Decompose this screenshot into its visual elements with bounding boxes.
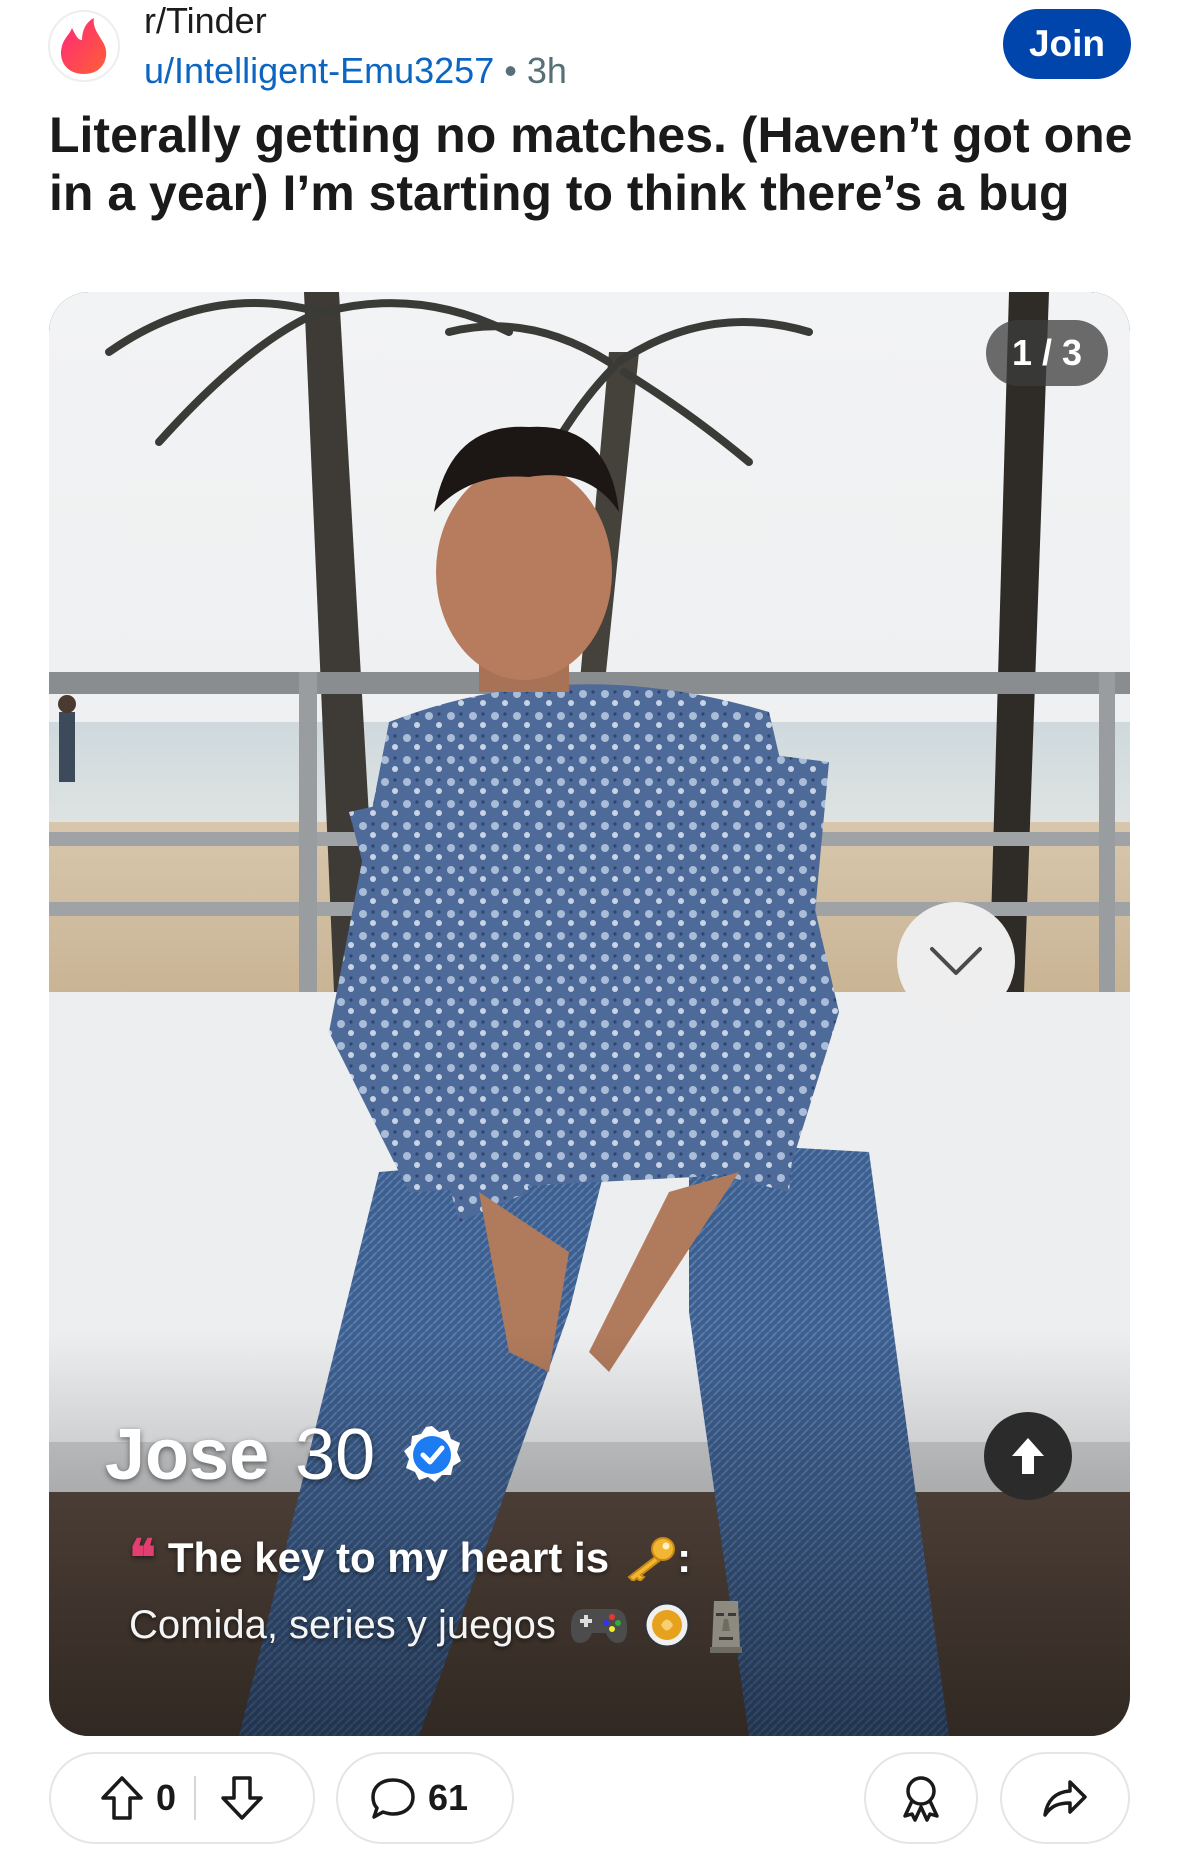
profile-name: Jose — [105, 1415, 270, 1495]
award-icon — [903, 1776, 939, 1822]
vote-score: 0 — [155, 1777, 177, 1818]
post-byline: u/Intelligent-Emu3257 • 3h — [144, 50, 567, 92]
share-button[interactable] — [1000, 1752, 1130, 1844]
bio-prompt-text: The key to my heart is — [167, 1533, 610, 1581]
post-card: r/Tinder u/Intelligent-Emu3257 • 3h Join L… — [0, 0, 1179, 1849]
gamepad-emoji — [570, 1603, 628, 1647]
upvote-icon — [101, 1776, 143, 1820]
verified-badge-icon — [401, 1424, 463, 1486]
profile-info-button[interactable] — [984, 1412, 1072, 1500]
vote-divider — [194, 1776, 197, 1820]
expand-profile-button[interactable] — [897, 902, 1015, 1020]
moai-emoji — [706, 1597, 746, 1653]
byline-separator: • — [504, 50, 517, 91]
post-media-carousel[interactable]: 1 / 3 Jose 30 ❝ The key to my heart is:… — [49, 292, 1130, 1736]
upvote-button[interactable] — [100, 1775, 144, 1821]
profile-name-row: Jose 30 — [105, 1414, 463, 1496]
downvote-button[interactable] — [220, 1775, 264, 1821]
bio-answer: Comida, series y juegos — [129, 1597, 746, 1653]
subreddit-avatar[interactable] — [48, 10, 120, 82]
comments-button[interactable]: 61 — [336, 1752, 514, 1844]
comment-count: 61 — [427, 1777, 469, 1818]
vote-bar: 0 — [49, 1752, 315, 1844]
comment-icon — [371, 1778, 415, 1819]
bio-prompt: ❝ The key to my heart is : — [129, 1528, 691, 1587]
quote-icon: ❝ — [129, 1528, 156, 1587]
downvote-icon — [221, 1776, 263, 1820]
join-button[interactable]: Join — [1003, 9, 1131, 79]
arrow-up-icon — [1012, 1438, 1044, 1474]
award-button[interactable] — [864, 1752, 978, 1844]
share-icon — [1043, 1780, 1087, 1817]
post-age: 3h — [526, 50, 567, 91]
post-title[interactable]: Literally getting no matches. (Haven’t g… — [49, 106, 1139, 222]
profile-age: 30 — [295, 1415, 376, 1495]
author-link[interactable]: u/Intelligent-Emu3257 — [144, 50, 494, 91]
key-emoji — [623, 1535, 677, 1581]
coin-emoji — [642, 1600, 692, 1650]
image-counter: 1 / 3 — [986, 320, 1108, 386]
bio-prompt-suffix: : — [677, 1533, 692, 1581]
tinder-flame-icon — [60, 18, 107, 74]
bio-answer-text: Comida, series y juegos — [129, 1602, 556, 1647]
subreddit-name[interactable]: r/Tinder — [144, 0, 267, 42]
chevron-down-icon — [930, 947, 982, 975]
